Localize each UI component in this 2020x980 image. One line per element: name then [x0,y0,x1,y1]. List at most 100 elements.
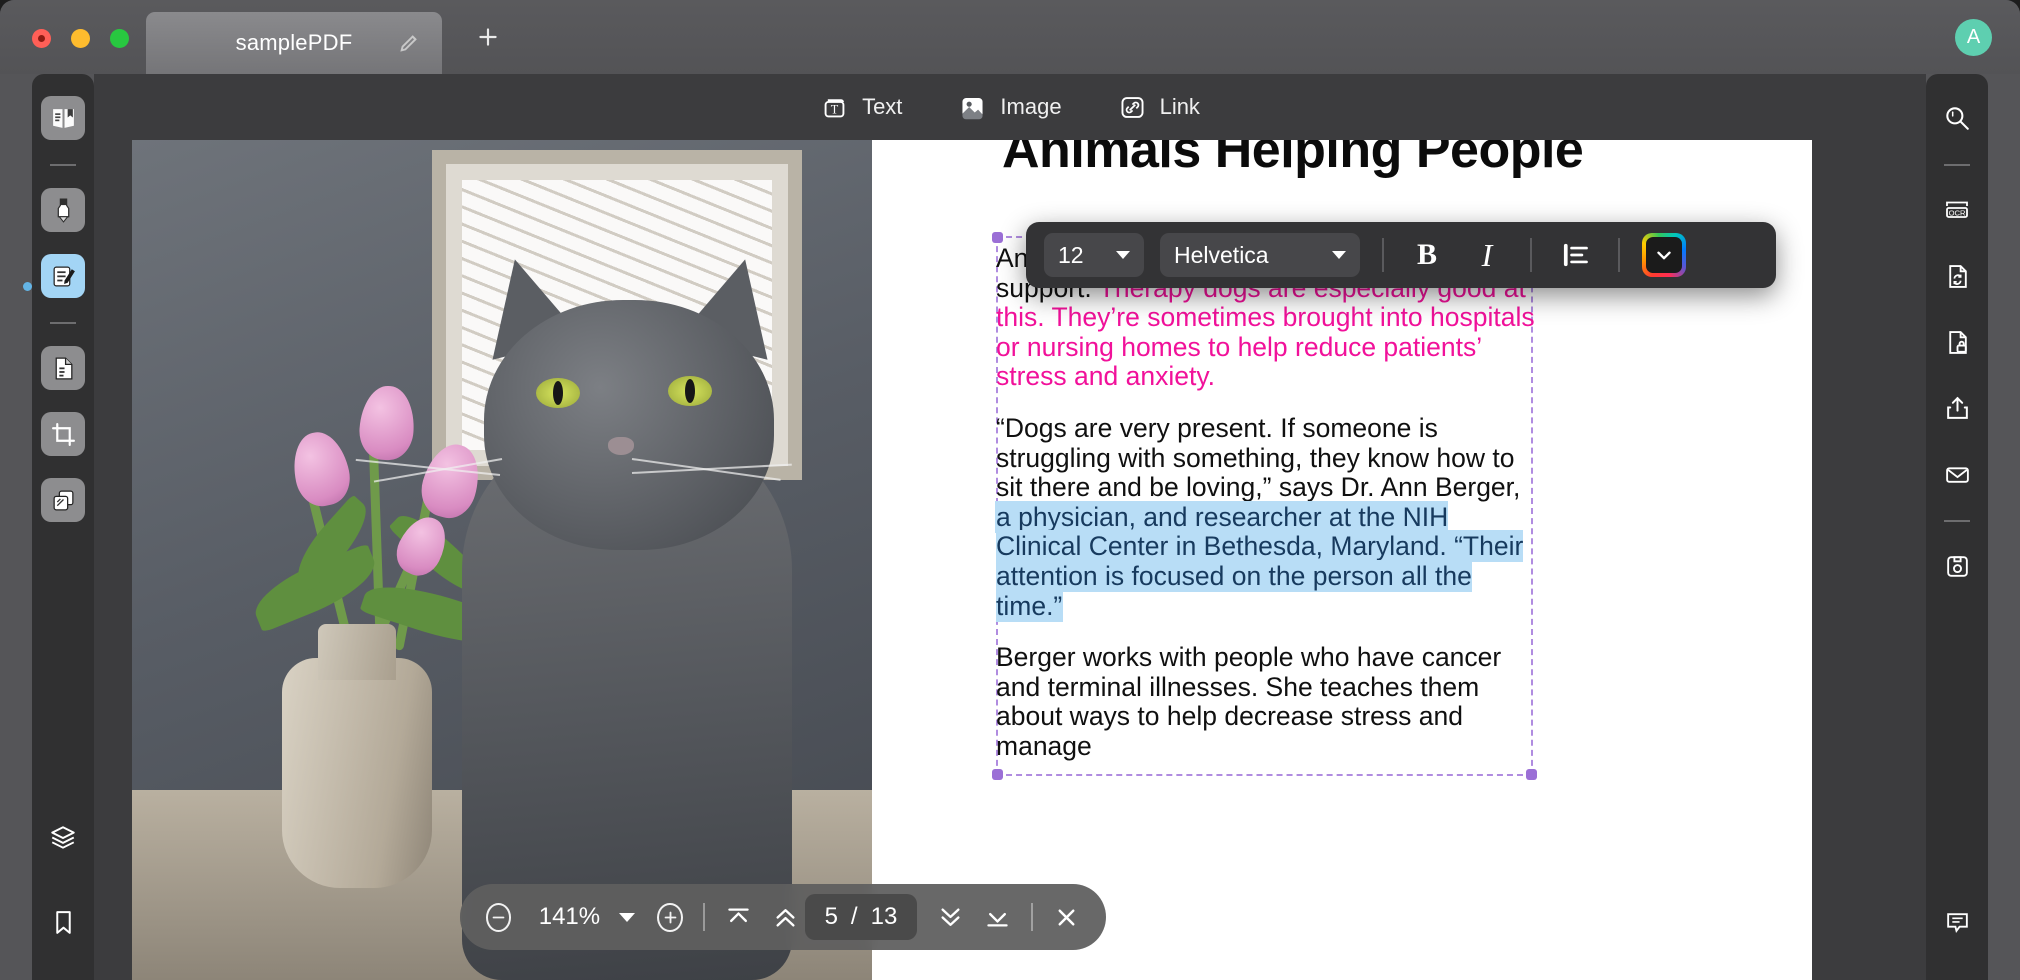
sidebar-item-share[interactable] [1935,386,1979,430]
zoom-out-button[interactable] [486,903,511,932]
divider [1530,238,1532,272]
page-body-text[interactable]: Animals can serve as a source of comfort… [996,244,1536,784]
pencil-icon[interactable] [398,32,420,54]
chevron-down-double-icon [937,904,964,931]
font-size-value: 12 [1058,242,1084,269]
svg-text:T: T [831,102,839,116]
divider [1618,238,1620,272]
text-run-normal: Berger works with people who have cancer… [996,642,1501,761]
chevron-down-icon [1116,251,1130,259]
mail-icon [1944,461,1971,488]
page-navigation-bar[interactable]: 141% 5 / 13 [460,884,1106,950]
sidebar-item-organize[interactable] [41,478,85,522]
bold-button[interactable]: B [1406,234,1448,276]
avatar-letter: A [1967,26,1980,49]
tool-link[interactable]: Link [1118,93,1200,122]
divider [703,903,705,931]
page-gutter [872,140,930,980]
maximize-window-button[interactable] [110,29,129,48]
sidebar-item-search[interactable] [1935,96,1979,140]
active-tool-indicator [23,282,32,291]
photo-vase-neck [318,624,396,680]
ocr-icon: OCR [1942,197,1972,223]
first-page-button[interactable] [725,902,752,932]
italic-button[interactable]: I [1466,234,1508,276]
divider [1944,164,1970,166]
sidebar-item-crop-page[interactable] [41,412,85,456]
page-title: Animals Helping People [1002,140,1583,180]
divider [1382,238,1384,272]
first-page-icon [725,904,752,931]
last-page-button[interactable] [984,902,1011,932]
document-workspace: T Text Image [94,74,1926,980]
font-family-select[interactable]: Helvetica [1160,233,1360,277]
tool-text[interactable]: T Text [820,93,902,122]
sidebar-item-protect[interactable] [1935,320,1979,364]
page-number-input[interactable]: 5 / 13 [805,894,918,940]
text-selection[interactable]: a physician, and researcher at the NIH C… [996,502,1523,621]
tab-title: samplePDF [236,30,353,56]
document-pages-icon [50,355,77,382]
prev-page-button[interactable] [772,902,799,932]
pdf-editor-window: samplePDF A [0,0,2020,980]
text-color-button[interactable] [1642,233,1686,277]
last-page-icon [984,904,1011,931]
sidebar-item-bookmarks[interactable] [41,900,85,944]
close-navigation-button[interactable] [1053,902,1080,932]
edit-document-icon [50,263,77,290]
text-box-icon: T [820,93,849,122]
sidebar-item-layers[interactable] [41,816,85,860]
tool-image[interactable]: Image [958,93,1061,122]
sidebar-item-convert[interactable] [1935,254,1979,298]
sidebar-item-page-manage[interactable] [41,346,85,390]
minimize-window-button[interactable] [71,29,90,48]
close-window-button[interactable] [32,29,51,48]
sidebar-item-edit-content[interactable] [41,254,85,298]
photo-cat-head [484,300,774,550]
caret-down-icon[interactable] [619,913,635,922]
paragraph-3: Berger works with people who have cancer… [996,643,1536,761]
align-left-button[interactable] [1554,234,1596,276]
align-left-icon [1560,240,1590,270]
bookmark-icon [50,909,77,936]
zoom-in-button[interactable] [657,903,682,932]
sidebar-item-save[interactable] [1935,544,1979,588]
document-tab[interactable]: samplePDF [146,12,442,74]
page-photo[interactable] [132,140,872,980]
zoom-level-value[interactable]: 141% [533,903,605,931]
tool-label: Text [862,94,902,120]
tool-label: Link [1160,94,1200,120]
window-titlebar: samplePDF A [0,0,2020,74]
sidebar-item-reader-view[interactable] [41,96,85,140]
book-icon [50,105,77,132]
chevron-down-icon [1332,251,1346,259]
right-toolbar: OCR [1926,74,1988,980]
chevron-down-icon [1653,244,1675,266]
document-lock-icon [1944,329,1971,356]
new-tab-button[interactable] [475,24,501,50]
photo-cat-nose [608,437,634,455]
resize-handle-tl[interactable] [992,232,1003,243]
next-page-button[interactable] [937,902,964,932]
font-size-select[interactable]: 12 [1044,233,1144,277]
image-icon [958,93,987,122]
share-icon [1944,395,1971,422]
tool-label: Image [1000,94,1061,120]
avatar[interactable]: A [1955,19,1992,56]
save-disk-icon [1944,553,1971,580]
marker-pen-icon [50,197,77,224]
text-format-toolbar[interactable]: 12 Helvetica B I [1026,222,1776,288]
window-controls [32,29,129,48]
photo-cat-eye [668,376,712,406]
document-convert-icon [1944,263,1971,290]
sidebar-item-comments[interactable] [1935,900,1979,944]
svg-text:OCR: OCR [1949,208,1966,217]
sidebar-item-ocr[interactable]: OCR [1935,188,1979,232]
sidebar-item-email[interactable] [1935,452,1979,496]
sidebar-item-highlighter[interactable] [41,188,85,232]
divider [50,164,76,166]
current-page-value: 5 [825,903,838,931]
close-icon [1053,904,1080,931]
divider [1031,903,1033,931]
paragraph-2: “Dogs are very present. If someone is st… [996,414,1536,621]
